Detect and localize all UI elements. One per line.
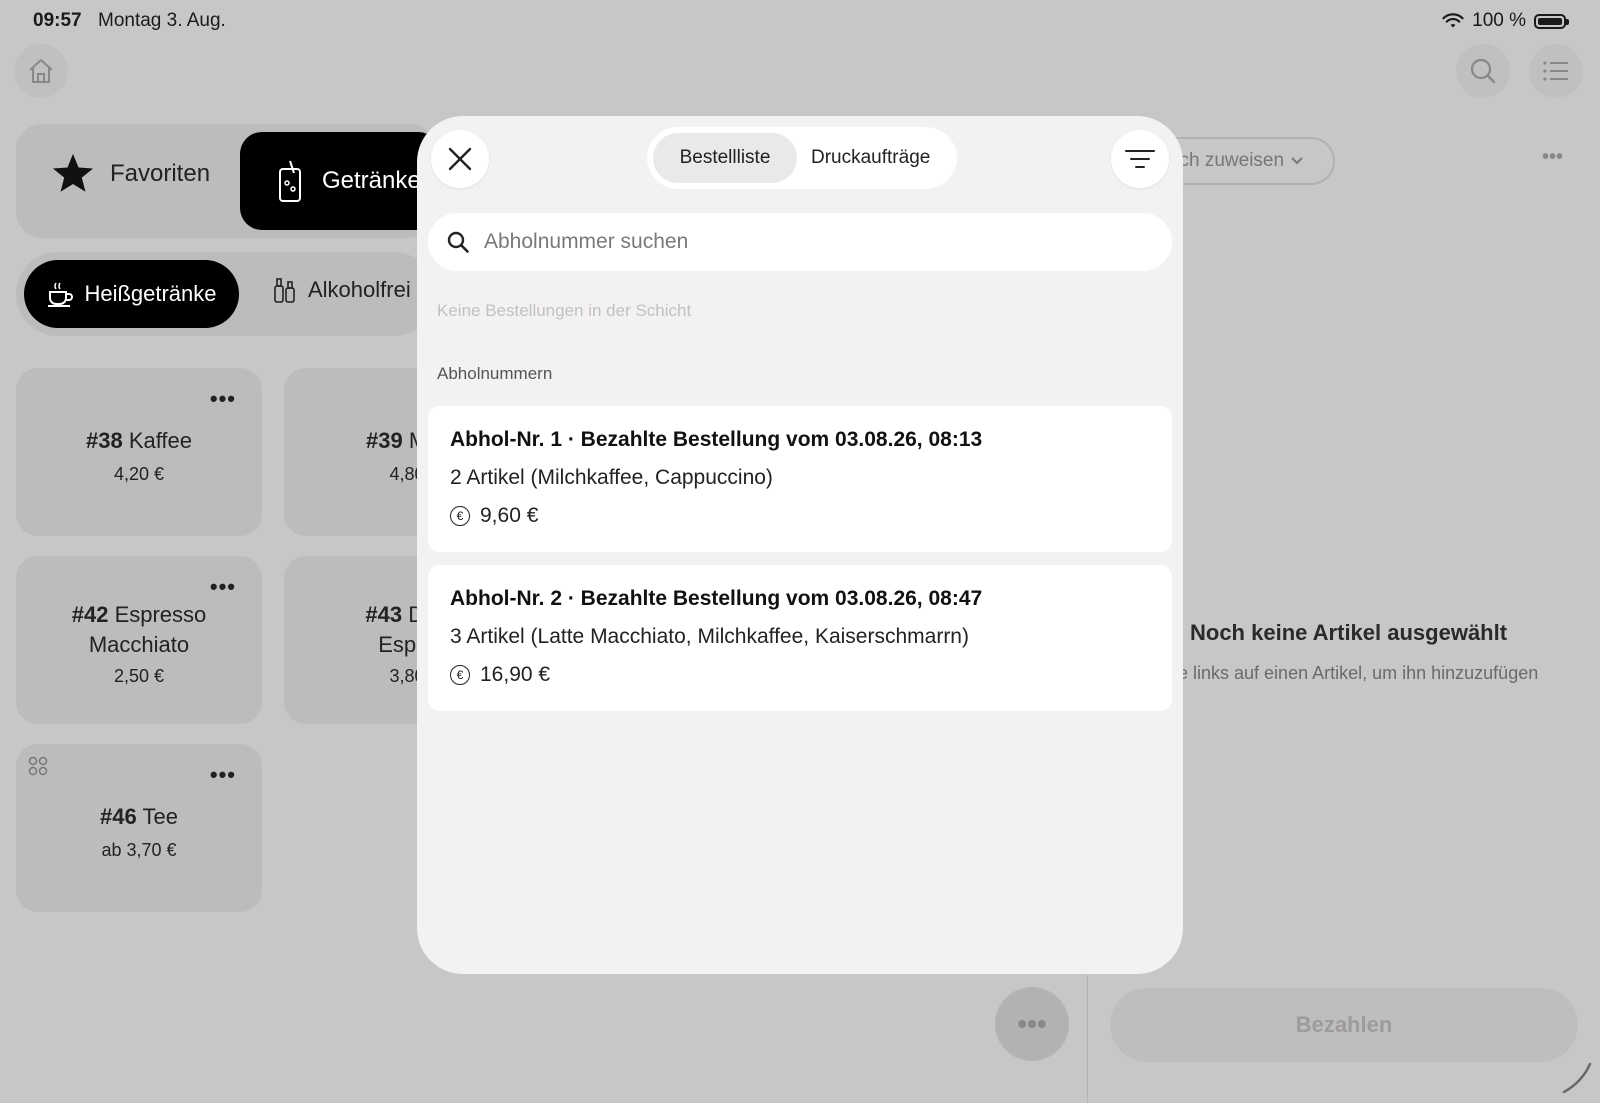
section-label-pickup-numbers: Abholnummern	[437, 364, 553, 383]
home-button[interactable]	[14, 44, 68, 98]
order-total-amount: 16,90 €	[480, 663, 551, 686]
filter-button[interactable]	[1111, 130, 1169, 188]
category-drinks[interactable]: Getränke	[240, 132, 440, 230]
more-options-icon[interactable]: •••	[210, 574, 236, 600]
wifi-icon	[1442, 13, 1464, 28]
product-name: Kaffee	[128, 428, 193, 453]
variants-icon	[28, 756, 48, 776]
search-icon	[447, 231, 469, 253]
battery-icon	[1534, 13, 1569, 29]
euro-coin-icon: €	[450, 506, 470, 526]
product-price: 2,50 €	[113, 666, 165, 686]
product-name-line2: Macchiato	[88, 632, 190, 657]
no-orders-text: Keine Bestellungen in der Schicht	[437, 301, 692, 320]
category-bar: Favoriten Getränke	[16, 124, 440, 238]
search-input[interactable]	[482, 229, 1086, 255]
product-name: Espresso	[114, 602, 207, 627]
filter-icon	[1125, 150, 1155, 168]
more-options-icon[interactable]: •••	[210, 762, 236, 788]
order-total: € 9,60 €	[450, 504, 1150, 528]
category-drinks-label: Getränke	[322, 167, 421, 194]
order-items: 3 Artikel (Latte Macchiato, Milchkaffee,…	[450, 625, 969, 648]
pay-button[interactable]: Bezahlen	[1110, 988, 1578, 1062]
battery-percent: 100 %	[1472, 10, 1526, 31]
product-number: #42	[71, 602, 109, 627]
drink-icon	[279, 160, 301, 202]
subcategory-non-alcoholic-label: Alkoholfrei	[308, 277, 411, 302]
status-time: 09:57	[33, 10, 82, 31]
order-total: € 16,90 €	[450, 663, 1150, 687]
status-date: Montag 3. Aug.	[98, 10, 226, 31]
panel-divider	[1087, 975, 1088, 1103]
cart-more-icon[interactable]: •••	[1542, 146, 1563, 169]
more-actions-button[interactable]: •••	[995, 987, 1069, 1061]
home-icon	[29, 59, 53, 83]
product-price: 4,20 €	[113, 464, 165, 484]
chevron-down-icon	[1291, 157, 1303, 165]
product-number: #39	[366, 428, 403, 453]
empty-cart-title: Noch keine Artikel ausgewählt	[1190, 620, 1508, 645]
order-list-modal: Bestellliste Druckaufträge Keine Bestell…	[417, 116, 1183, 974]
product-number: #46	[100, 804, 137, 829]
subcategory-bar: Heißgetränke Alkoholfrei	[16, 252, 436, 336]
more-options-icon[interactable]: •••	[210, 386, 236, 412]
category-favorites-label: Favoriten	[110, 160, 211, 187]
search-button[interactable]	[1456, 44, 1510, 98]
corner-indicator-icon	[1562, 1062, 1592, 1094]
order-total-amount: 9,60 €	[480, 504, 539, 527]
subcategory-non-alcoholic[interactable]: Alkoholfrei	[272, 276, 411, 304]
modal-tabs: Bestellliste Druckaufträge	[647, 127, 957, 189]
product-number: #38	[85, 428, 123, 453]
subcategory-hot-drinks-label: Heißgetränke	[84, 281, 217, 306]
close-icon	[448, 147, 472, 171]
product-price: ab 3,70 €	[101, 840, 177, 860]
more-dots-icon: •••	[1017, 1008, 1047, 1039]
search-icon	[1470, 58, 1496, 84]
product-name: Tee	[142, 804, 178, 829]
list-button[interactable]	[1529, 44, 1583, 98]
search-bar[interactable]	[428, 213, 1172, 271]
tab-order-list[interactable]: Bestellliste	[653, 133, 797, 183]
product-number: #43	[365, 602, 403, 627]
pay-button-label: Bezahlen	[1295, 1012, 1393, 1037]
status-indicators: 100 %	[1442, 10, 1569, 32]
order-title: Abhol-Nr. 2 · Bezahlte Bestellung vom 03…	[450, 587, 983, 610]
assign-table-label: sch zuweisen	[1170, 150, 1285, 171]
coffee-cup-icon	[48, 282, 74, 307]
product-tile-kaffee[interactable]: ••• #38 Kaffee 4,20 €	[16, 368, 262, 536]
close-button[interactable]	[431, 130, 489, 188]
bottles-icon	[274, 278, 295, 303]
order-title: Abhol-Nr. 1 · Bezahlte Bestellung vom 03…	[450, 428, 983, 451]
star-icon	[52, 153, 94, 192]
subcategory-hot-drinks[interactable]: Heißgetränke	[24, 260, 239, 328]
product-tile-espresso-macchiato[interactable]: ••• #42 Espresso Macchiato 2,50 €	[16, 556, 262, 724]
order-items: 2 Artikel (Milchkaffee, Cappuccino)	[450, 466, 773, 489]
category-favorites[interactable]: Favoriten	[50, 152, 210, 196]
empty-cart-subtitle: e links auf einen Artikel, um ihn hinzuz…	[1178, 663, 1539, 683]
tab-print-jobs[interactable]: Druckaufträge	[811, 133, 930, 183]
order-row[interactable]: Abhol-Nr. 1 · Bezahlte Bestellung vom 03…	[428, 406, 1172, 552]
product-tile-tee[interactable]: ••• #46 Tee ab 3,70 €	[16, 744, 262, 912]
euro-coin-icon: €	[450, 665, 470, 685]
list-icon	[1543, 61, 1568, 81]
order-row[interactable]: Abhol-Nr. 2 · Bezahlte Bestellung vom 03…	[428, 565, 1172, 711]
